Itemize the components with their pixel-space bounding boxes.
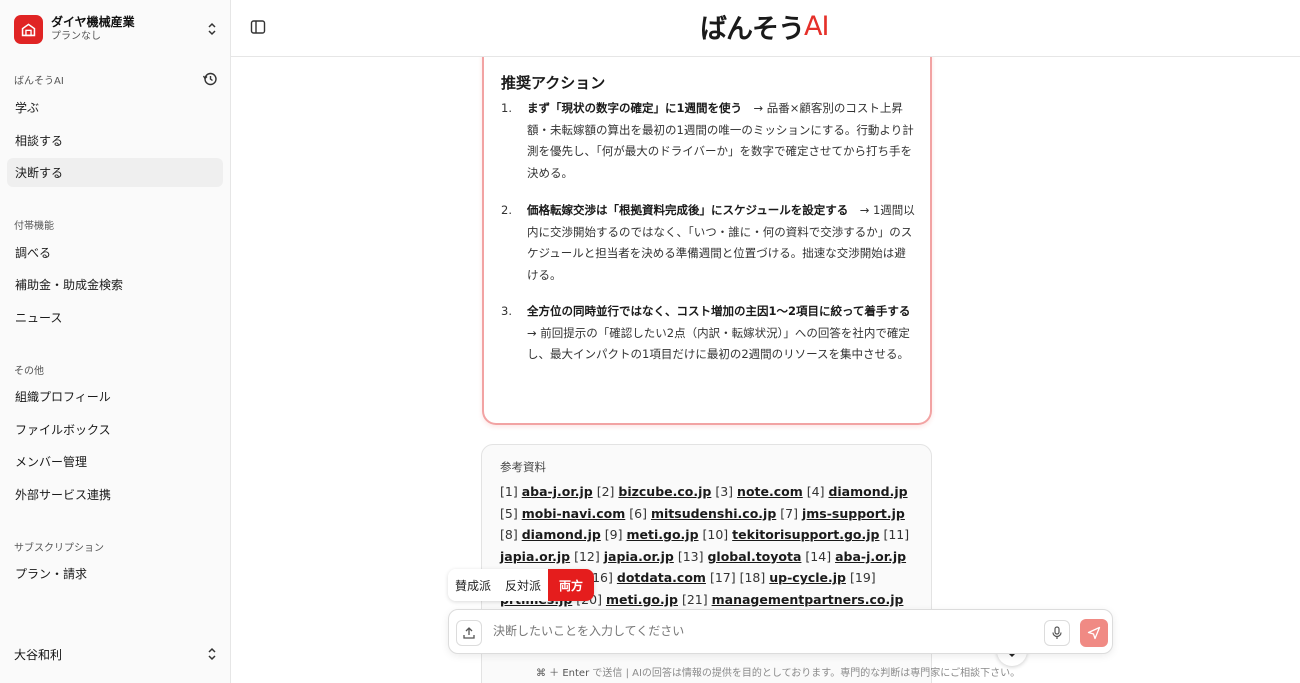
org-name: ダイヤ機械産業 [51, 15, 135, 29]
reference-link[interactable]: jms-support.jp [802, 506, 905, 521]
sidebar-item-learn[interactable]: 学ぶ [7, 93, 223, 122]
reference-link[interactable]: managementpartners.co.jp [712, 592, 904, 607]
upload-icon [463, 627, 475, 639]
reference-link[interactable]: global.toyota [707, 549, 801, 564]
sidebar-item-decide[interactable]: 決断する [7, 158, 223, 187]
send-button[interactable] [1080, 619, 1108, 647]
reference-number: [4] [806, 484, 825, 499]
org-plan: プランなし [51, 31, 101, 42]
reference-number: [3] [715, 484, 734, 499]
upload-button[interactable] [456, 620, 482, 646]
reference-link[interactable]: bizcube.co.jp [618, 484, 711, 499]
section-heading-extras: 付帯機能 [14, 221, 54, 232]
send-icon [1087, 626, 1101, 640]
org-logo-icon [14, 14, 43, 44]
reference-link[interactable]: meti.go.jp [627, 527, 699, 542]
reference-number: [1] [500, 484, 518, 499]
chip-pro[interactable]: 賛成派 [448, 569, 499, 601]
section-heading-subscription: サブスクリプション [14, 543, 104, 554]
section-heading-other: その他 [14, 366, 44, 377]
user-name: 大谷和利 [14, 647, 63, 662]
reference-number: [12] [574, 548, 600, 564]
sidebar-item-billing[interactable]: プラン・請求 [7, 559, 223, 588]
reference-number: [17] [709, 570, 736, 586]
reference-number: [5] [500, 505, 518, 521]
action-item: 1. まず「現状の数字の確定」に1週間を使う → 品番×顧客別のコスト上昇額・未… [501, 101, 914, 180]
reference-number: [13] [677, 548, 704, 564]
org-switcher[interactable]: ダイヤ機械産業 プランなし [14, 13, 219, 45]
sidebar-item-integrations[interactable]: 外部サービス連携 [7, 480, 223, 509]
chat-input-box [448, 609, 1113, 654]
card-title: 推奨アクション [501, 74, 606, 92]
reference-link[interactable]: up-cycle.jp [769, 570, 846, 585]
sidebar-item-research[interactable]: 調べる [7, 238, 223, 267]
reference-number: [19] [849, 570, 876, 586]
reference-link[interactable]: tekitorisupport.go.jp [732, 527, 879, 542]
reference-number: [7] [780, 505, 798, 521]
sidebar-item-consult[interactable]: 相談する [7, 126, 223, 155]
sidebar-item-org-profile[interactable]: 組織プロフィール [7, 382, 223, 411]
history-icon[interactable] [202, 71, 218, 87]
reference-number: [11] [883, 527, 910, 543]
reference-link[interactable]: diamond.jp [522, 527, 601, 542]
sidebar-toggle-icon[interactable] [250, 19, 267, 36]
reference-number: [18] [739, 570, 766, 586]
brand-logo: ばんそう AI [700, 10, 829, 45]
reference-link[interactable]: aba-j.or.jp [522, 484, 593, 499]
header: ばんそう AI [231, 0, 1300, 57]
mic-button[interactable] [1044, 620, 1070, 646]
reference-link[interactable]: mobi-navi.com [522, 506, 626, 521]
sidebar-item-subsidy[interactable]: 補助金・助成金検索 [7, 270, 223, 299]
references-title: 参考資料 [500, 460, 546, 474]
reference-number: [14] [805, 548, 832, 564]
reference-link[interactable]: japia.or.jp [500, 549, 570, 564]
chat-input[interactable] [493, 619, 1033, 643]
input-hint: ⌘ ＋ Enter で送信 | AIの回答は情報の提供を目的としております。専門… [536, 668, 1021, 679]
chip-con[interactable]: 反対派 [498, 569, 549, 601]
user-menu[interactable]: 大谷和利 [14, 640, 219, 668]
chat-area: 推奨アクション 1. まず「現状の数字の確定」に1週間を使う → 品番×顧客別の… [231, 57, 1300, 683]
microphone-icon [1052, 626, 1062, 639]
reference-number: [8] [500, 527, 518, 543]
reference-link[interactable]: aba-j.or.jp [835, 549, 906, 564]
reference-number: [10] [702, 527, 729, 543]
action-item: 2. 価格転嫁交渉は「根拠資料完成後」にスケジュールを設定する → 1週間以内に… [501, 203, 915, 282]
sidebar: ダイヤ機械産業 プランなし ばんそうAI 学ぶ 相談する 決断する 付帯機能 調… [0, 0, 231, 683]
chevron-up-down-icon [205, 19, 219, 39]
sidebar-item-members[interactable]: メンバー管理 [7, 447, 223, 476]
sidebar-item-file-box[interactable]: ファイルボックス [7, 415, 223, 444]
reference-number: [6] [629, 505, 647, 521]
chevron-up-down-icon [205, 644, 219, 664]
chip-both[interactable]: 両方 [548, 569, 595, 601]
reference-link[interactable]: diamond.jp [828, 484, 907, 499]
action-item: 3. 全方位の同時並行ではなく、コスト増加の主因1〜2項目に絞って着手する → … [501, 304, 911, 361]
reference-link[interactable]: note.com [737, 484, 803, 499]
reference-number: [9] [604, 527, 623, 543]
reference-link[interactable]: mitsudenshi.co.jp [651, 506, 776, 521]
stance-toggle: 賛成派 反対派 両方 [448, 569, 595, 601]
reference-number: [21] [681, 591, 708, 607]
recommended-actions-card: 推奨アクション 1. まず「現状の数字の確定」に1週間を使う → 品番×顧客別の… [482, 57, 932, 425]
sidebar-item-news[interactable]: ニュース [7, 303, 223, 332]
reference-link[interactable]: dotdata.com [617, 570, 706, 585]
reference-link[interactable]: japia.or.jp [604, 549, 674, 564]
reference-number: [2] [596, 484, 615, 499]
section-heading-bansou: ばんそうAI [14, 76, 64, 87]
reference-link[interactable]: meti.go.jp [606, 592, 678, 607]
